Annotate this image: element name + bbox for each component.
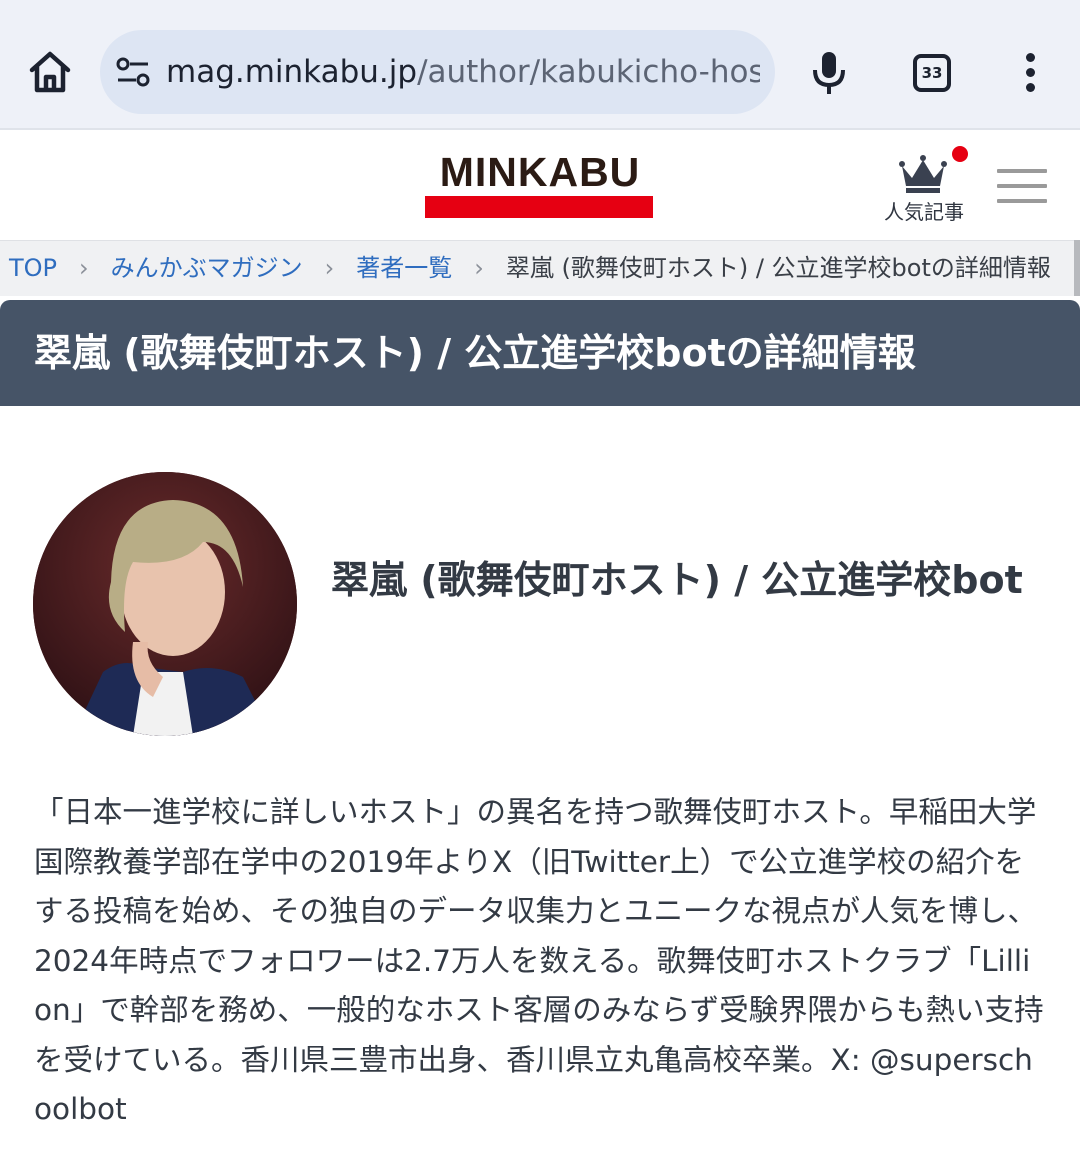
logo-text: MINKABU (439, 149, 641, 195)
url-path: /author/kabukicho-host/ (417, 54, 760, 90)
page-title: 翠嵐 (歌舞伎町ホスト) / 公立進学校botの詳細情報 (34, 331, 916, 375)
crown-icon (899, 155, 947, 193)
breadcrumb-magazine[interactable]: みんかぶマガジン (111, 254, 303, 282)
site-settings-button[interactable] (116, 56, 150, 88)
popular-articles-button[interactable]: 人気記事 (878, 146, 970, 230)
author-photo (33, 472, 297, 736)
voice-search-button[interactable] (808, 50, 850, 96)
url-text[interactable]: mag.minkabu.jp/author/kabukicho-host/ (166, 52, 760, 92)
tab-count: 33 (921, 64, 943, 82)
author-avatar (33, 472, 297, 736)
address-bar[interactable]: mag.minkabu.jp/author/kabukicho-host/ (100, 30, 775, 114)
mic-icon (813, 52, 845, 94)
more-vert-icon[interactable] (1016, 52, 1044, 94)
minkabu-logo[interactable]: MINKABU (425, 150, 655, 220)
url-domain: mag.minkabu.jp (166, 54, 418, 90)
hamburger-menu-icon[interactable] (997, 169, 1047, 203)
site-settings-icon (116, 57, 150, 87)
popular-articles-label: 人気記事 (884, 200, 964, 224)
author-bio: 「日本一進学校に詳しいホスト」の異名を持つ歌舞伎町ホスト。早稲田大学国際教養学部… (34, 795, 1044, 1126)
chevron-right-icon: › (324, 254, 335, 282)
breadcrumb-scrollbar[interactable] (1074, 240, 1080, 296)
home-icon (29, 51, 71, 93)
chevron-right-icon: › (474, 254, 484, 282)
breadcrumb-authors[interactable]: 著者一覧 (356, 254, 452, 282)
page-title-band: 翠嵐 (歌舞伎町ホスト) / 公立進学校botの詳細情報 (0, 300, 1080, 406)
breadcrumb: TOP › みんかぶマガジン › 著者一覧 › 翠嵐 (歌舞伎町ホスト) / 公立進学校bo… (0, 240, 1080, 296)
author-name: 翠嵐 (歌舞伎町ホスト) / 公立進学校bot (331, 558, 1023, 602)
breadcrumb-current: 翠嵐 (歌舞伎町ホスト) / 公立進学校botの詳細情報 (505, 254, 1051, 282)
browser-toolbar: mag.minkabu.jp/author/kabukicho-host/ 33 (0, 0, 1080, 130)
tab-switcher-button[interactable]: 33 (913, 54, 951, 92)
logo-red-bar (425, 196, 653, 218)
chevron-right-icon: › (79, 254, 89, 282)
notification-dot (952, 146, 968, 162)
breadcrumb-top[interactable]: TOP (9, 254, 57, 282)
site-header: MINKABU 人気記事 (0, 132, 1080, 240)
home-button[interactable] (26, 48, 74, 96)
